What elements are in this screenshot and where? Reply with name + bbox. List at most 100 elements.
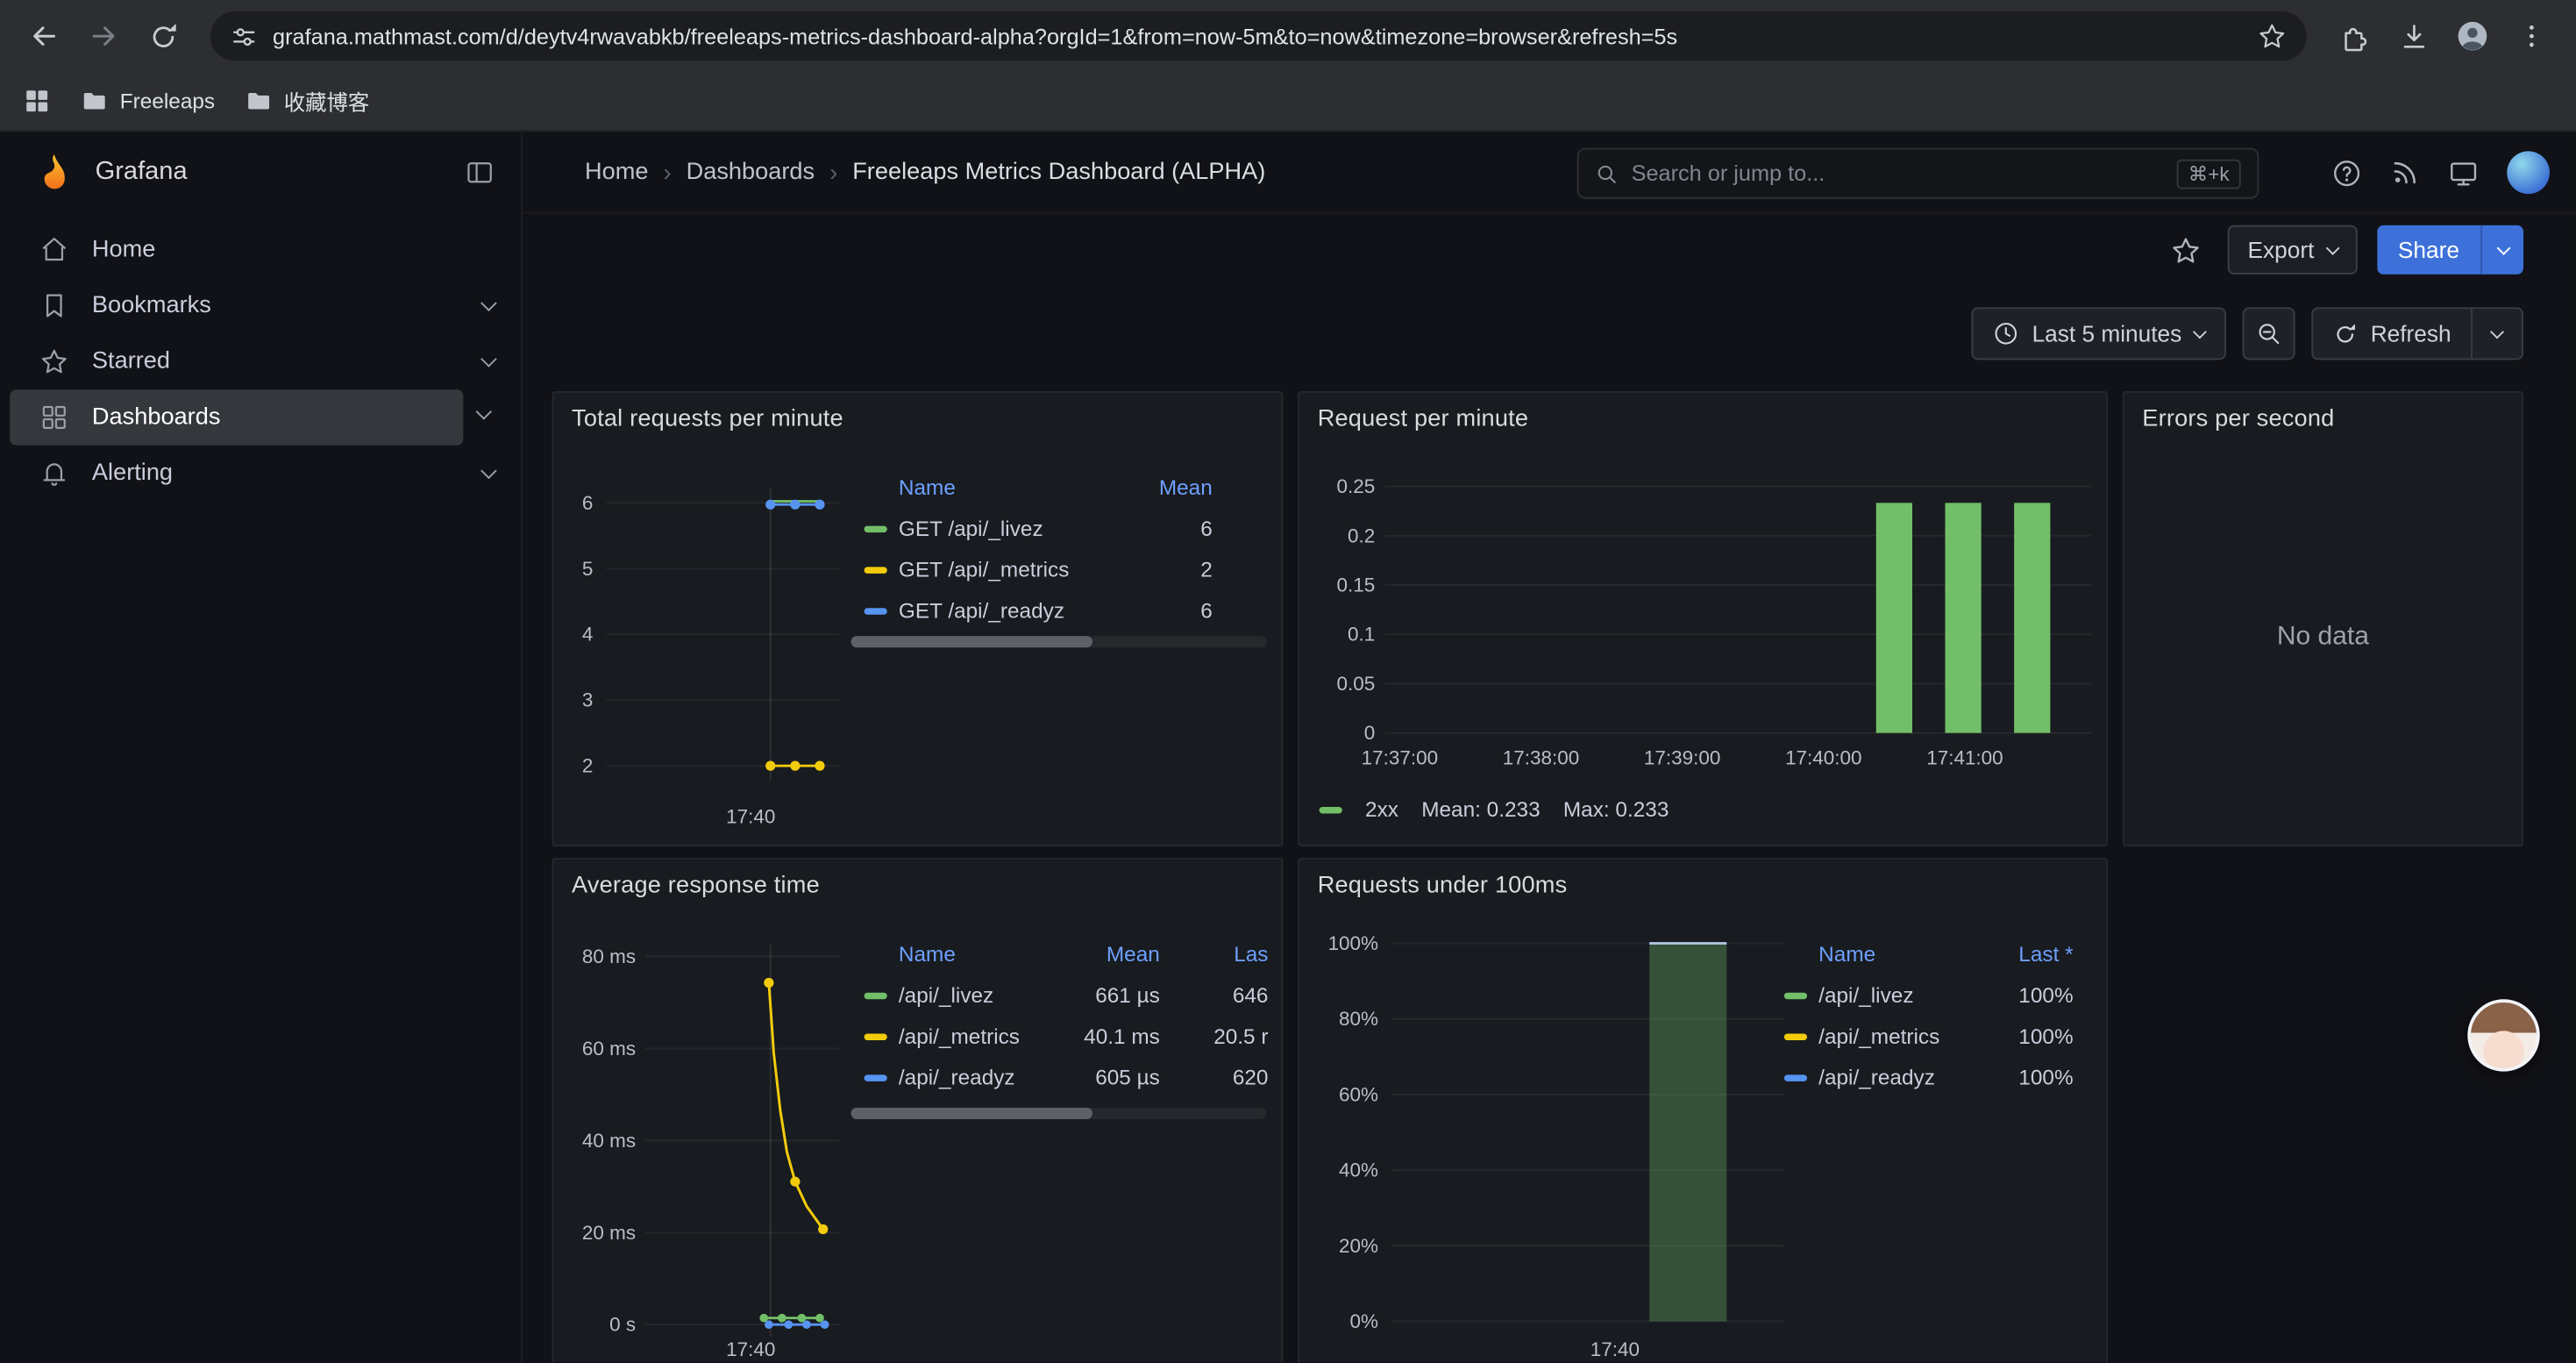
legend-header-mean[interactable]: Mean [1061, 941, 1159, 966]
series-name[interactable]: GET /api/_livez [899, 516, 1114, 540]
request-per-minute-chart[interactable]: 0.25 0.2 0.15 0.1 0.05 0 17:37:00 17:38:… [1299, 459, 2110, 788]
legend-header-last[interactable]: Las [1160, 941, 1269, 966]
downloads-button[interactable] [2386, 8, 2442, 64]
refresh-interval-dropdown[interactable] [2471, 309, 2522, 358]
legend-scrollbar[interactable] [851, 636, 1267, 647]
total-requests-chart[interactable]: 6 5 4 3 2 17:40 [553, 459, 846, 845]
browser-back-button[interactable] [17, 8, 73, 64]
zoom-out-button[interactable] [2243, 307, 2295, 360]
series-name[interactable]: /api/_readyz [1818, 1065, 1975, 1089]
address-bar[interactable] [210, 11, 2307, 61]
series-name[interactable]: 2xx [1365, 797, 1398, 822]
bell-icon [39, 459, 69, 489]
floating-assistant-avatar[interactable] [2467, 999, 2539, 1071]
series-name[interactable]: /api/_livez [1818, 982, 1975, 1007]
panel-total-requests: Total requests per minute 6 5 4 3 2 17:4… [552, 391, 1284, 846]
panel-title[interactable]: Average response time [572, 873, 820, 899]
refresh-button-group: Refresh [2311, 307, 2523, 360]
legend-header-name[interactable]: Name [851, 475, 1114, 499]
series-name[interactable]: GET /api/_readyz [899, 598, 1114, 623]
series-swatch-blue [1784, 1074, 1807, 1080]
apps-grid-icon[interactable] [23, 87, 51, 115]
grafana-logo-icon[interactable] [32, 151, 75, 194]
svg-text:0.05: 0.05 [1337, 673, 1376, 695]
url-input[interactable] [273, 24, 2243, 48]
series-last: 646 [1160, 982, 1269, 1007]
legend-row[interactable]: /api/_livez 661 µs 646 [851, 974, 1269, 1016]
legend-table: Name Last * /api/_livez 100% /api/_metri… [1771, 931, 2074, 1097]
brand-name: Grafana [96, 158, 445, 188]
breadcrumb-dashboards[interactable]: Dashboards [687, 160, 815, 186]
legend-header-last[interactable]: Last * [1975, 941, 2073, 966]
svg-text:0.25: 0.25 [1337, 475, 1376, 497]
back-icon [28, 19, 60, 52]
share-dropdown-button[interactable] [2480, 225, 2523, 275]
series-name[interactable]: /api/_livez [899, 982, 1061, 1007]
legend-row[interactable]: GET /api/_readyz 6 [851, 590, 1213, 632]
sidebar-item-starred[interactable]: Starred [0, 333, 521, 389]
refresh-button[interactable]: Refresh [2313, 309, 2471, 358]
search-box[interactable]: ⌘+k [1577, 148, 2259, 199]
favorite-star-icon[interactable] [2170, 234, 2202, 266]
legend-row[interactable]: /api/_livez 100% [1771, 974, 2074, 1016]
bookmarks-bar: Freeleaps 收藏博客 [0, 72, 2576, 131]
series-name[interactable]: /api/_readyz [899, 1065, 1061, 1089]
sidebar-item-alerting[interactable]: Alerting [0, 446, 521, 502]
site-settings-icon[interactable] [230, 22, 258, 50]
legend-row[interactable]: GET /api/_livez 6 [851, 508, 1213, 549]
chevron-down-icon[interactable] [480, 351, 497, 368]
time-range-picker[interactable]: Last 5 minutes [1971, 307, 2226, 360]
bookmark-folder-freeleaps[interactable]: Freeleaps [81, 87, 215, 115]
series-name[interactable]: /api/_metrics [1818, 1024, 1975, 1048]
news-rss-icon[interactable] [2390, 158, 2420, 188]
sidebar-item-bookmarks[interactable]: Bookmarks [0, 278, 521, 334]
legend-row[interactable]: /api/_metrics 100% [1771, 1016, 2074, 1057]
under-100ms-chart[interactable]: 100% 80% 60% 40% 20% 0% 17:40 [1299, 925, 1792, 1362]
legend-row[interactable]: GET /api/_metrics 2 [851, 549, 1213, 590]
legend-header-mean[interactable]: Mean [1114, 475, 1212, 499]
series-swatch-yellow [1784, 1033, 1807, 1039]
avg-response-chart[interactable]: 80 ms 60 ms 40 ms 20 ms 0 s 17:40 [553, 925, 846, 1362]
browser-menu-button[interactable] [2504, 8, 2560, 64]
browser-reload-button[interactable] [135, 8, 191, 64]
share-main-button[interactable]: Share [2377, 225, 2481, 275]
dashboard-actions: Export Share [2170, 214, 2523, 286]
no-data-message: No data [2124, 623, 2522, 653]
breadcrumb-separator: › [829, 159, 837, 187]
user-avatar[interactable] [2507, 151, 2550, 194]
breadcrumb-home[interactable]: Home [585, 160, 648, 186]
search-input[interactable] [1632, 161, 2164, 186]
series-name[interactable]: GET /api/_metrics [899, 557, 1114, 582]
help-icon[interactable] [2331, 157, 2363, 189]
legend-scrollbar[interactable] [851, 1108, 1267, 1119]
legend-header-name[interactable]: Name [1771, 941, 1975, 966]
panel-title[interactable]: Request per minute [1318, 406, 1528, 432]
sidebar-item-home[interactable]: Home [0, 222, 521, 278]
refresh-label: Refresh [2371, 320, 2451, 346]
browser-forward-button[interactable] [75, 8, 132, 64]
legend-header-name[interactable]: Name [851, 941, 1062, 966]
series-name[interactable]: /api/_metrics [899, 1024, 1061, 1048]
monitor-icon[interactable] [2448, 157, 2480, 189]
legend-row[interactable]: /api/_readyz 100% [1771, 1057, 2074, 1098]
extensions-button[interactable] [2326, 8, 2382, 64]
sidebar-nav: Home Bookmarks Starred Dashboards [0, 222, 521, 502]
chevron-down-icon[interactable] [480, 463, 497, 480]
sidebar-collapse-icon[interactable] [465, 158, 495, 188]
svg-text:60%: 60% [1339, 1083, 1378, 1105]
chevron-down-icon[interactable] [480, 295, 497, 311]
svg-text:100%: 100% [1328, 932, 1378, 954]
svg-text:17:40: 17:40 [726, 1338, 775, 1360]
bookmark-label: 收藏博客 [284, 85, 369, 117]
sidebar-brand: Grafana [0, 132, 521, 214]
browser-profile-button[interactable] [2444, 8, 2501, 64]
bookmark-folder-blogs[interactable]: 收藏博客 [245, 85, 369, 117]
legend-row[interactable]: /api/_metrics 40.1 ms 20.5 r [851, 1016, 1269, 1057]
panel-title[interactable]: Errors per second [2142, 406, 2334, 432]
sidebar-item-dashboards[interactable]: Dashboards [10, 389, 463, 446]
panel-title[interactable]: Requests under 100ms [1318, 873, 1568, 899]
bookmark-star-icon[interactable] [2257, 21, 2287, 51]
export-button[interactable]: Export [2228, 225, 2357, 275]
panel-title[interactable]: Total requests per minute [572, 406, 843, 432]
legend-row[interactable]: /api/_readyz 605 µs 620 [851, 1057, 1269, 1098]
